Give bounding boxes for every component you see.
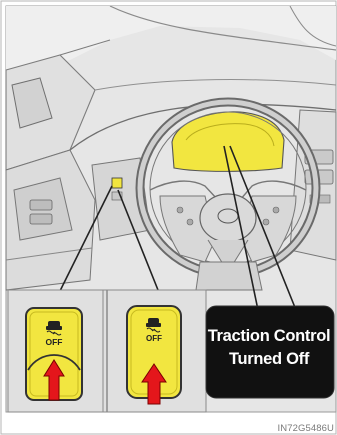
traction-control-message: Traction Control Turned Off bbox=[206, 325, 332, 371]
message-line-2: Turned Off bbox=[228, 350, 310, 368]
button-off-label: OFF bbox=[46, 337, 63, 347]
image-code: IN72G5486U bbox=[277, 423, 334, 434]
vsc-off-switch-location bbox=[111, 177, 123, 189]
message-line-1: Traction Control bbox=[207, 327, 331, 345]
button-off-label: OFF bbox=[146, 334, 162, 343]
